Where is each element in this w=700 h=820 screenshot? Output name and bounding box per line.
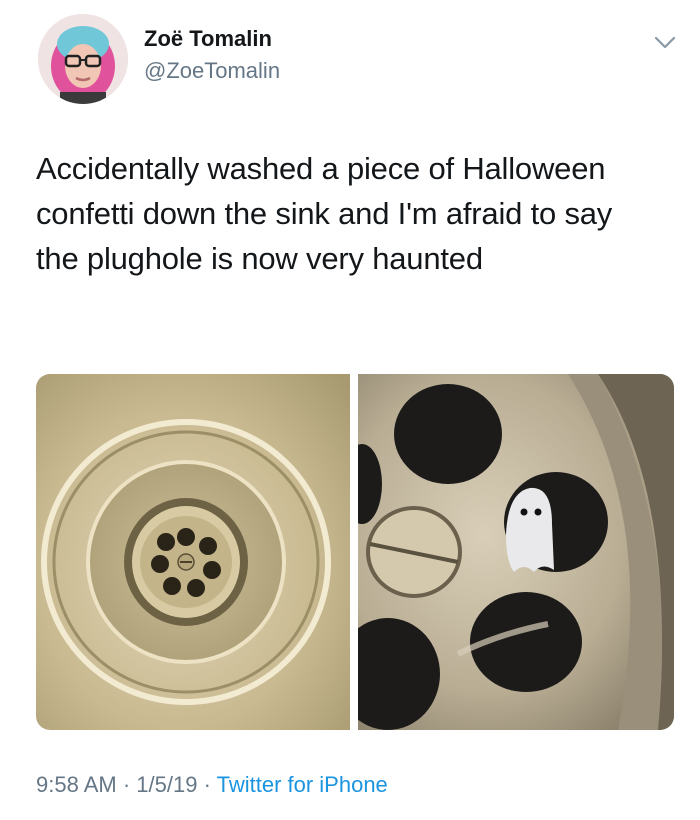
tweet-media[interactable]: [36, 374, 674, 730]
sink-drain-photo[interactable]: [36, 374, 350, 730]
avatar-image: [38, 14, 128, 104]
meta-separator: ·: [116, 772, 137, 797]
tweet-time[interactable]: 9:58 AM: [36, 772, 117, 797]
plughole-ghost-photo[interactable]: [358, 374, 674, 730]
tweet-text: Accidentally washed a piece of Halloween…: [36, 151, 613, 276]
avatar[interactable]: [38, 14, 128, 104]
meta-separator: ·: [197, 772, 217, 797]
author-display-name[interactable]: Zoë Tomalin: [144, 26, 272, 52]
tweet-meta: 9:58 AM · 1/5/19 · Twitter for iPhone: [36, 772, 388, 798]
author-handle[interactable]: @ZoeTomalin: [144, 58, 280, 84]
tweet-date[interactable]: 1/5/19: [136, 772, 197, 797]
chevron-down-icon[interactable]: [652, 32, 678, 52]
tweet-header: Zoë Tomalin @ZoeTomalin: [38, 12, 678, 104]
tweet-source-link[interactable]: Twitter for iPhone: [217, 772, 388, 797]
